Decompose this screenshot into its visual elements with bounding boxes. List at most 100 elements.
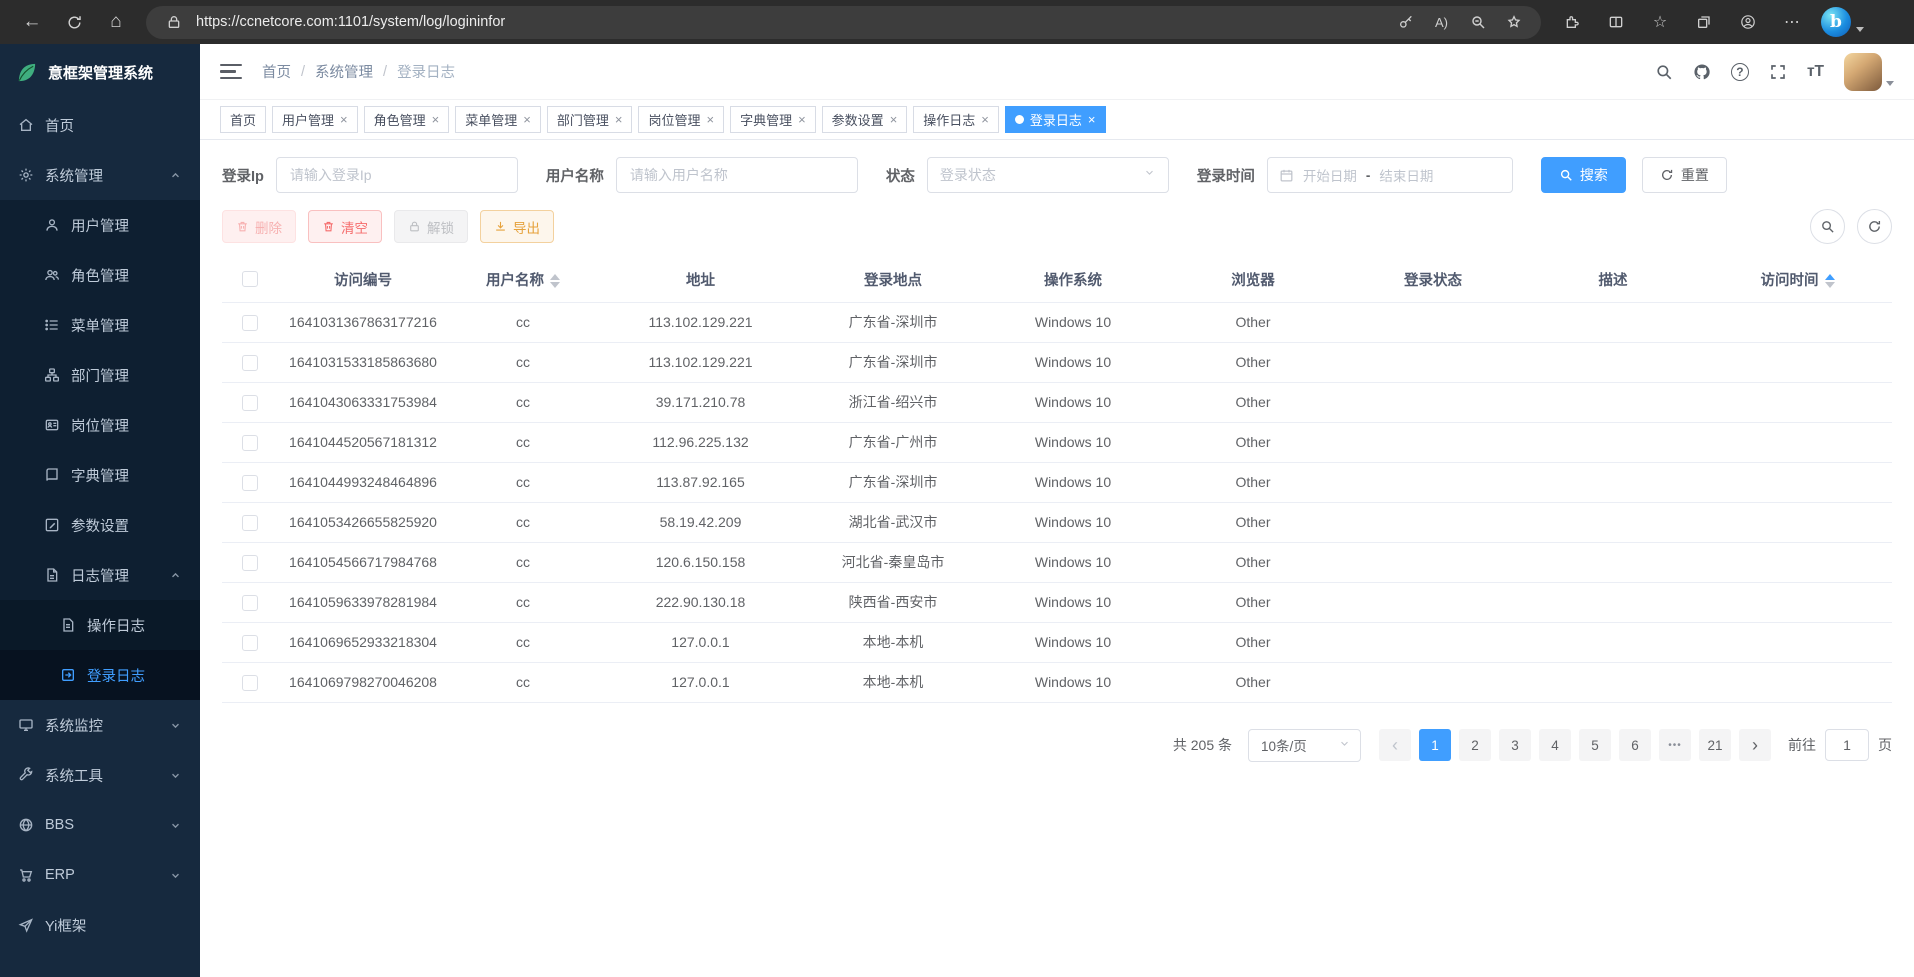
tab-home[interactable]: 首页 xyxy=(220,106,266,133)
sidebar-item-log-management[interactable]: 日志管理 xyxy=(0,550,200,600)
col-visit-time[interactable]: 访问时间 xyxy=(1703,257,1892,302)
sidebar-item-user-management[interactable]: 用户管理 xyxy=(0,200,200,250)
clear-button[interactable]: 清空 xyxy=(308,210,382,243)
read-aloud-icon[interactable]: A) xyxy=(1428,9,1455,36)
close-icon[interactable]: × xyxy=(615,113,623,126)
row-checkbox[interactable] xyxy=(242,555,258,571)
next-page-button[interactable]: › xyxy=(1739,729,1771,761)
tab-role-management[interactable]: 角色管理× xyxy=(364,106,450,133)
sidebar-item-home[interactable]: 首页 xyxy=(0,100,200,150)
font-size-button[interactable]: тT xyxy=(1807,63,1824,81)
header-search-button[interactable] xyxy=(1655,63,1673,81)
tab-parameter-settings[interactable]: 参数设置× xyxy=(822,106,908,133)
close-icon[interactable]: × xyxy=(523,113,531,126)
page-button-5[interactable]: 5 xyxy=(1579,729,1611,761)
browser-refresh-button[interactable] xyxy=(54,5,94,39)
row-checkbox[interactable] xyxy=(242,395,258,411)
collections-button[interactable] xyxy=(1683,5,1725,39)
page-button-4[interactable]: 4 xyxy=(1539,729,1571,761)
bing-caret-icon[interactable] xyxy=(1856,27,1864,32)
close-icon[interactable]: × xyxy=(981,113,989,126)
row-checkbox[interactable] xyxy=(242,355,258,371)
search-button[interactable]: 搜索 xyxy=(1541,157,1626,193)
url-text[interactable]: https://ccnetcore.com:1101/system/log/lo… xyxy=(196,14,1383,30)
close-icon[interactable]: × xyxy=(706,113,714,126)
prev-page-button[interactable]: ‹ xyxy=(1379,729,1411,761)
avatar[interactable] xyxy=(1844,53,1882,91)
sidebar-item-system-management[interactable]: 系统管理 xyxy=(0,150,200,200)
login-ip-input[interactable] xyxy=(276,157,518,193)
sidebar-item-menu-management[interactable]: 菜单管理 xyxy=(0,300,200,350)
export-button[interactable]: 导出 xyxy=(480,210,554,243)
tab-login-log[interactable]: 登录日志× xyxy=(1005,106,1106,133)
unlock-button[interactable]: 解锁 xyxy=(394,210,468,243)
reset-button[interactable]: 重置 xyxy=(1642,157,1727,193)
sidebar-item-operation-log[interactable]: 操作日志 xyxy=(0,600,200,650)
github-button[interactable] xyxy=(1693,63,1711,81)
sidebar-item-erp[interactable]: ERP xyxy=(0,850,200,900)
page-size-select[interactable]: 10条/页 xyxy=(1248,729,1361,762)
sidebar-item-dictionary-management[interactable]: 字典管理 xyxy=(0,450,200,500)
app-logo[interactable]: 意框架管理系统 xyxy=(0,44,200,100)
end-date-placeholder[interactable]: 结束日期 xyxy=(1379,165,1433,185)
sort-caret-icon[interactable] xyxy=(1825,274,1835,288)
close-icon[interactable]: × xyxy=(1088,113,1096,126)
status-select[interactable]: 登录状态 xyxy=(927,157,1169,193)
add-favorite-star-icon[interactable] xyxy=(1500,9,1527,36)
toggle-search-button[interactable] xyxy=(1810,209,1845,244)
date-range-picker[interactable]: 开始日期 - 结束日期 xyxy=(1267,157,1513,193)
row-checkbox[interactable] xyxy=(242,315,258,331)
row-checkbox[interactable] xyxy=(242,515,258,531)
favorites-button[interactable]: ☆ xyxy=(1639,5,1681,39)
bing-icon[interactable]: b xyxy=(1821,7,1851,37)
row-checkbox[interactable] xyxy=(242,435,258,451)
sidebar-item-post-management[interactable]: 岗位管理 xyxy=(0,400,200,450)
close-icon[interactable]: × xyxy=(340,113,348,126)
tab-post-management[interactable]: 岗位管理× xyxy=(638,106,724,133)
browser-back-button[interactable]: ← xyxy=(12,5,52,39)
start-date-placeholder[interactable]: 开始日期 xyxy=(1303,165,1357,185)
row-checkbox[interactable] xyxy=(242,635,258,651)
browser-profile-button[interactable] xyxy=(1727,5,1769,39)
delete-button[interactable]: 删除 xyxy=(222,210,296,243)
page-button-2[interactable]: 2 xyxy=(1459,729,1491,761)
sort-caret-icon[interactable] xyxy=(550,274,560,288)
user-menu[interactable] xyxy=(1844,53,1894,91)
browser-more-button[interactable]: ⋯ xyxy=(1771,5,1813,39)
tab-department-management[interactable]: 部门管理× xyxy=(547,106,633,133)
sidebar-item-bbs[interactable]: BBS xyxy=(0,800,200,850)
page-button-3[interactable]: 3 xyxy=(1499,729,1531,761)
help-button[interactable]: ? xyxy=(1731,63,1749,81)
sidebar-item-login-log[interactable]: 登录日志 xyxy=(0,650,200,700)
close-icon[interactable]: × xyxy=(890,113,898,126)
user-name-input[interactable] xyxy=(616,157,858,193)
select-all-checkbox[interactable] xyxy=(242,271,258,287)
site-info-lock-icon[interactable] xyxy=(160,9,187,36)
row-checkbox[interactable] xyxy=(242,675,258,691)
tab-dictionary-management[interactable]: 字典管理× xyxy=(730,106,816,133)
more-pages-button[interactable]: ••• xyxy=(1659,729,1691,761)
goto-page-input[interactable] xyxy=(1825,729,1869,761)
page-button-6[interactable]: 6 xyxy=(1619,729,1651,761)
address-bar[interactable]: https://ccnetcore.com:1101/system/log/lo… xyxy=(146,6,1541,39)
col-user-name[interactable]: 用户名称 xyxy=(448,257,598,302)
fullscreen-button[interactable] xyxy=(1769,63,1787,81)
page-button-1[interactable]: 1 xyxy=(1419,729,1451,761)
row-checkbox[interactable] xyxy=(242,475,258,491)
password-key-icon[interactable] xyxy=(1392,9,1419,36)
sidebar-item-department-management[interactable]: 部门管理 xyxy=(0,350,200,400)
sidebar-item-system-tools[interactable]: 系统工具 xyxy=(0,750,200,800)
sidebar-item-yi-framework[interactable]: Yi框架 xyxy=(0,900,200,950)
zoom-icon[interactable] xyxy=(1464,9,1491,36)
collapse-sidebar-button[interactable] xyxy=(220,64,242,80)
close-icon[interactable]: × xyxy=(432,113,440,126)
extensions-button[interactable] xyxy=(1551,5,1593,39)
tab-user-management[interactable]: 用户管理× xyxy=(272,106,358,133)
tab-operation-log[interactable]: 操作日志× xyxy=(913,106,999,133)
sidebar-item-parameter-settings[interactable]: 参数设置 xyxy=(0,500,200,550)
refresh-table-button[interactable] xyxy=(1857,209,1892,244)
breadcrumb-system[interactable]: 系统管理 xyxy=(315,61,373,82)
sidebar-item-system-monitoring[interactable]: 系统监控 xyxy=(0,700,200,750)
browser-home-button[interactable]: ⌂ xyxy=(96,5,136,39)
tab-menu-management[interactable]: 菜单管理× xyxy=(455,106,541,133)
